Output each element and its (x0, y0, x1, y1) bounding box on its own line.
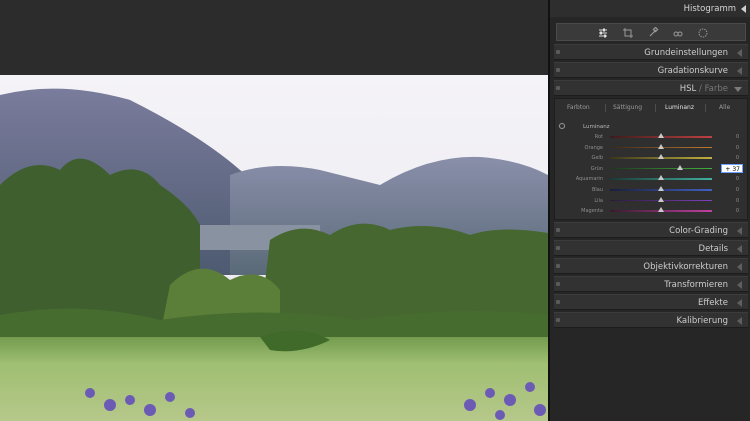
tab-saettigung[interactable]: Sättigung (613, 104, 642, 111)
panel-label: Gradationskurve (657, 66, 728, 76)
panel-label: HSL / Farbe (680, 84, 728, 94)
expand-arrow-icon (737, 67, 742, 75)
panel-label: Grundeinstellungen (644, 48, 728, 58)
collapse-arrow-icon[interactable] (741, 5, 746, 13)
slider-label: Magenta (581, 208, 603, 215)
panel-transformieren[interactable]: Transformieren (554, 276, 748, 292)
slider-label: Lila (594, 197, 603, 204)
slider-value-input[interactable]: + 37 (721, 163, 743, 173)
slider-row-blau: Blau 0 (555, 185, 747, 195)
panel-gradationskurve[interactable]: Gradationskurve (554, 62, 748, 78)
panel-label: Kalibrierung (676, 316, 728, 326)
tab-separator (705, 104, 706, 112)
photo-preview[interactable] (0, 75, 548, 421)
red-eye-icon[interactable] (672, 27, 684, 39)
crop-rotate-icon[interactable] (622, 27, 634, 39)
panel-objektivkorrekturen[interactable]: Objektivkorrekturen (554, 258, 748, 274)
slider-label: Aquamarin (575, 176, 603, 183)
panel-toggle-icon[interactable] (556, 264, 560, 268)
panel-label: Effekte (698, 298, 728, 308)
panel-kalibrierung[interactable]: Kalibrierung (554, 312, 748, 328)
slider-label: Gelb (591, 155, 603, 162)
image-canvas[interactable] (0, 0, 548, 421)
tab-separator (655, 104, 656, 112)
slider-value[interactable]: 0 (736, 145, 739, 151)
panel-toggle-icon[interactable] (556, 50, 560, 54)
slider-track[interactable] (610, 167, 712, 170)
panel-grundeinstellungen[interactable]: Grundeinstellungen (554, 44, 748, 60)
hsl-title-separator: / (696, 84, 705, 94)
hsl-panel-body: Farbton Sättigung Luminanz Alle Luminanz… (554, 98, 748, 220)
slider-value[interactable]: 0 (736, 134, 739, 140)
farbe-title[interactable]: Farbe (705, 84, 728, 94)
slider-value[interactable]: 0 (736, 176, 739, 182)
luminanz-section-title: Luminanz (583, 124, 610, 130)
mask-icon[interactable] (697, 27, 709, 39)
slider-row-gelb: Gelb 0 (555, 153, 747, 163)
slider-thumb[interactable] (676, 164, 683, 170)
panel-toggle-icon[interactable] (556, 282, 560, 286)
panel-label: Details (698, 244, 728, 254)
panel-label: Objektivkorrekturen (643, 262, 728, 272)
tab-farbton[interactable]: Farbton (567, 104, 590, 111)
slider-row-magenta: Magenta 0 (555, 206, 747, 216)
expand-arrow-icon (737, 263, 742, 271)
slider-thumb[interactable] (658, 186, 664, 191)
panel-toggle-icon[interactable] (556, 318, 560, 322)
slider-value[interactable]: 0 (736, 187, 739, 193)
slider-row-orange: Orange 0 (555, 143, 747, 153)
slider-row-lila: Lila 0 (555, 196, 747, 206)
expand-arrow-icon (737, 227, 742, 235)
slider-label: Orange (584, 144, 603, 151)
slider-row-aquamarin: Aquamarin 0 (555, 174, 747, 184)
slider-row-grün: Grün + 37 (555, 163, 747, 174)
panel-toggle-icon[interactable] (556, 86, 560, 90)
collapse-arrow-icon (734, 87, 742, 92)
expand-arrow-icon (737, 281, 742, 289)
expand-arrow-icon (737, 49, 742, 57)
expand-arrow-icon (737, 299, 742, 307)
slider-value[interactable]: 0 (736, 155, 739, 161)
histogram-header[interactable]: Histogramm (550, 0, 750, 17)
panel-hsl-farbe[interactable]: HSL / Farbe (554, 80, 748, 96)
panel-label: Transformieren (664, 280, 728, 290)
histogram-title: Histogramm (683, 4, 736, 14)
tab-luminanz[interactable]: Luminanz (665, 104, 694, 111)
tab-separator (605, 104, 606, 112)
slider-thumb[interactable] (658, 154, 664, 160)
hsl-title[interactable]: HSL (680, 84, 697, 94)
tab-alle[interactable]: Alle (719, 104, 730, 111)
panel-label: Color-Grading (669, 226, 728, 236)
sliders-icon[interactable] (597, 27, 609, 39)
slider-thumb[interactable] (658, 196, 664, 202)
panel-toggle-icon[interactable] (556, 300, 560, 304)
panel-details[interactable]: Details (554, 240, 748, 256)
expand-arrow-icon (737, 317, 742, 325)
panel-toggle-icon[interactable] (556, 228, 560, 232)
slider-row-rot: Rot 0 (555, 132, 747, 142)
panel-toggle-icon[interactable] (556, 246, 560, 250)
hsl-tabs: Farbton Sättigung Luminanz Alle (555, 99, 747, 116)
panel-toggle-icon[interactable] (556, 68, 560, 72)
slider-value[interactable]: 0 (736, 208, 739, 214)
panel-effekte[interactable]: Effekte (554, 294, 748, 310)
slider-label: Grün (590, 165, 603, 172)
panel-color-grading[interactable]: Color-Grading (554, 222, 748, 238)
develop-panel: Histogramm Grundeinstellungen Gradations… (548, 0, 750, 421)
slider-thumb[interactable] (658, 207, 664, 213)
healing-brush-icon[interactable] (647, 27, 659, 39)
slider-thumb[interactable] (658, 133, 664, 138)
slider-thumb[interactable] (658, 175, 664, 181)
tool-strip (556, 23, 746, 41)
slider-thumb[interactable] (658, 143, 664, 149)
slider-label: Blau (591, 187, 603, 193)
slider-label: Rot (594, 134, 603, 140)
target-adjustment-icon[interactable] (559, 123, 565, 129)
slider-value[interactable]: 0 (736, 198, 739, 204)
expand-arrow-icon (737, 245, 742, 253)
